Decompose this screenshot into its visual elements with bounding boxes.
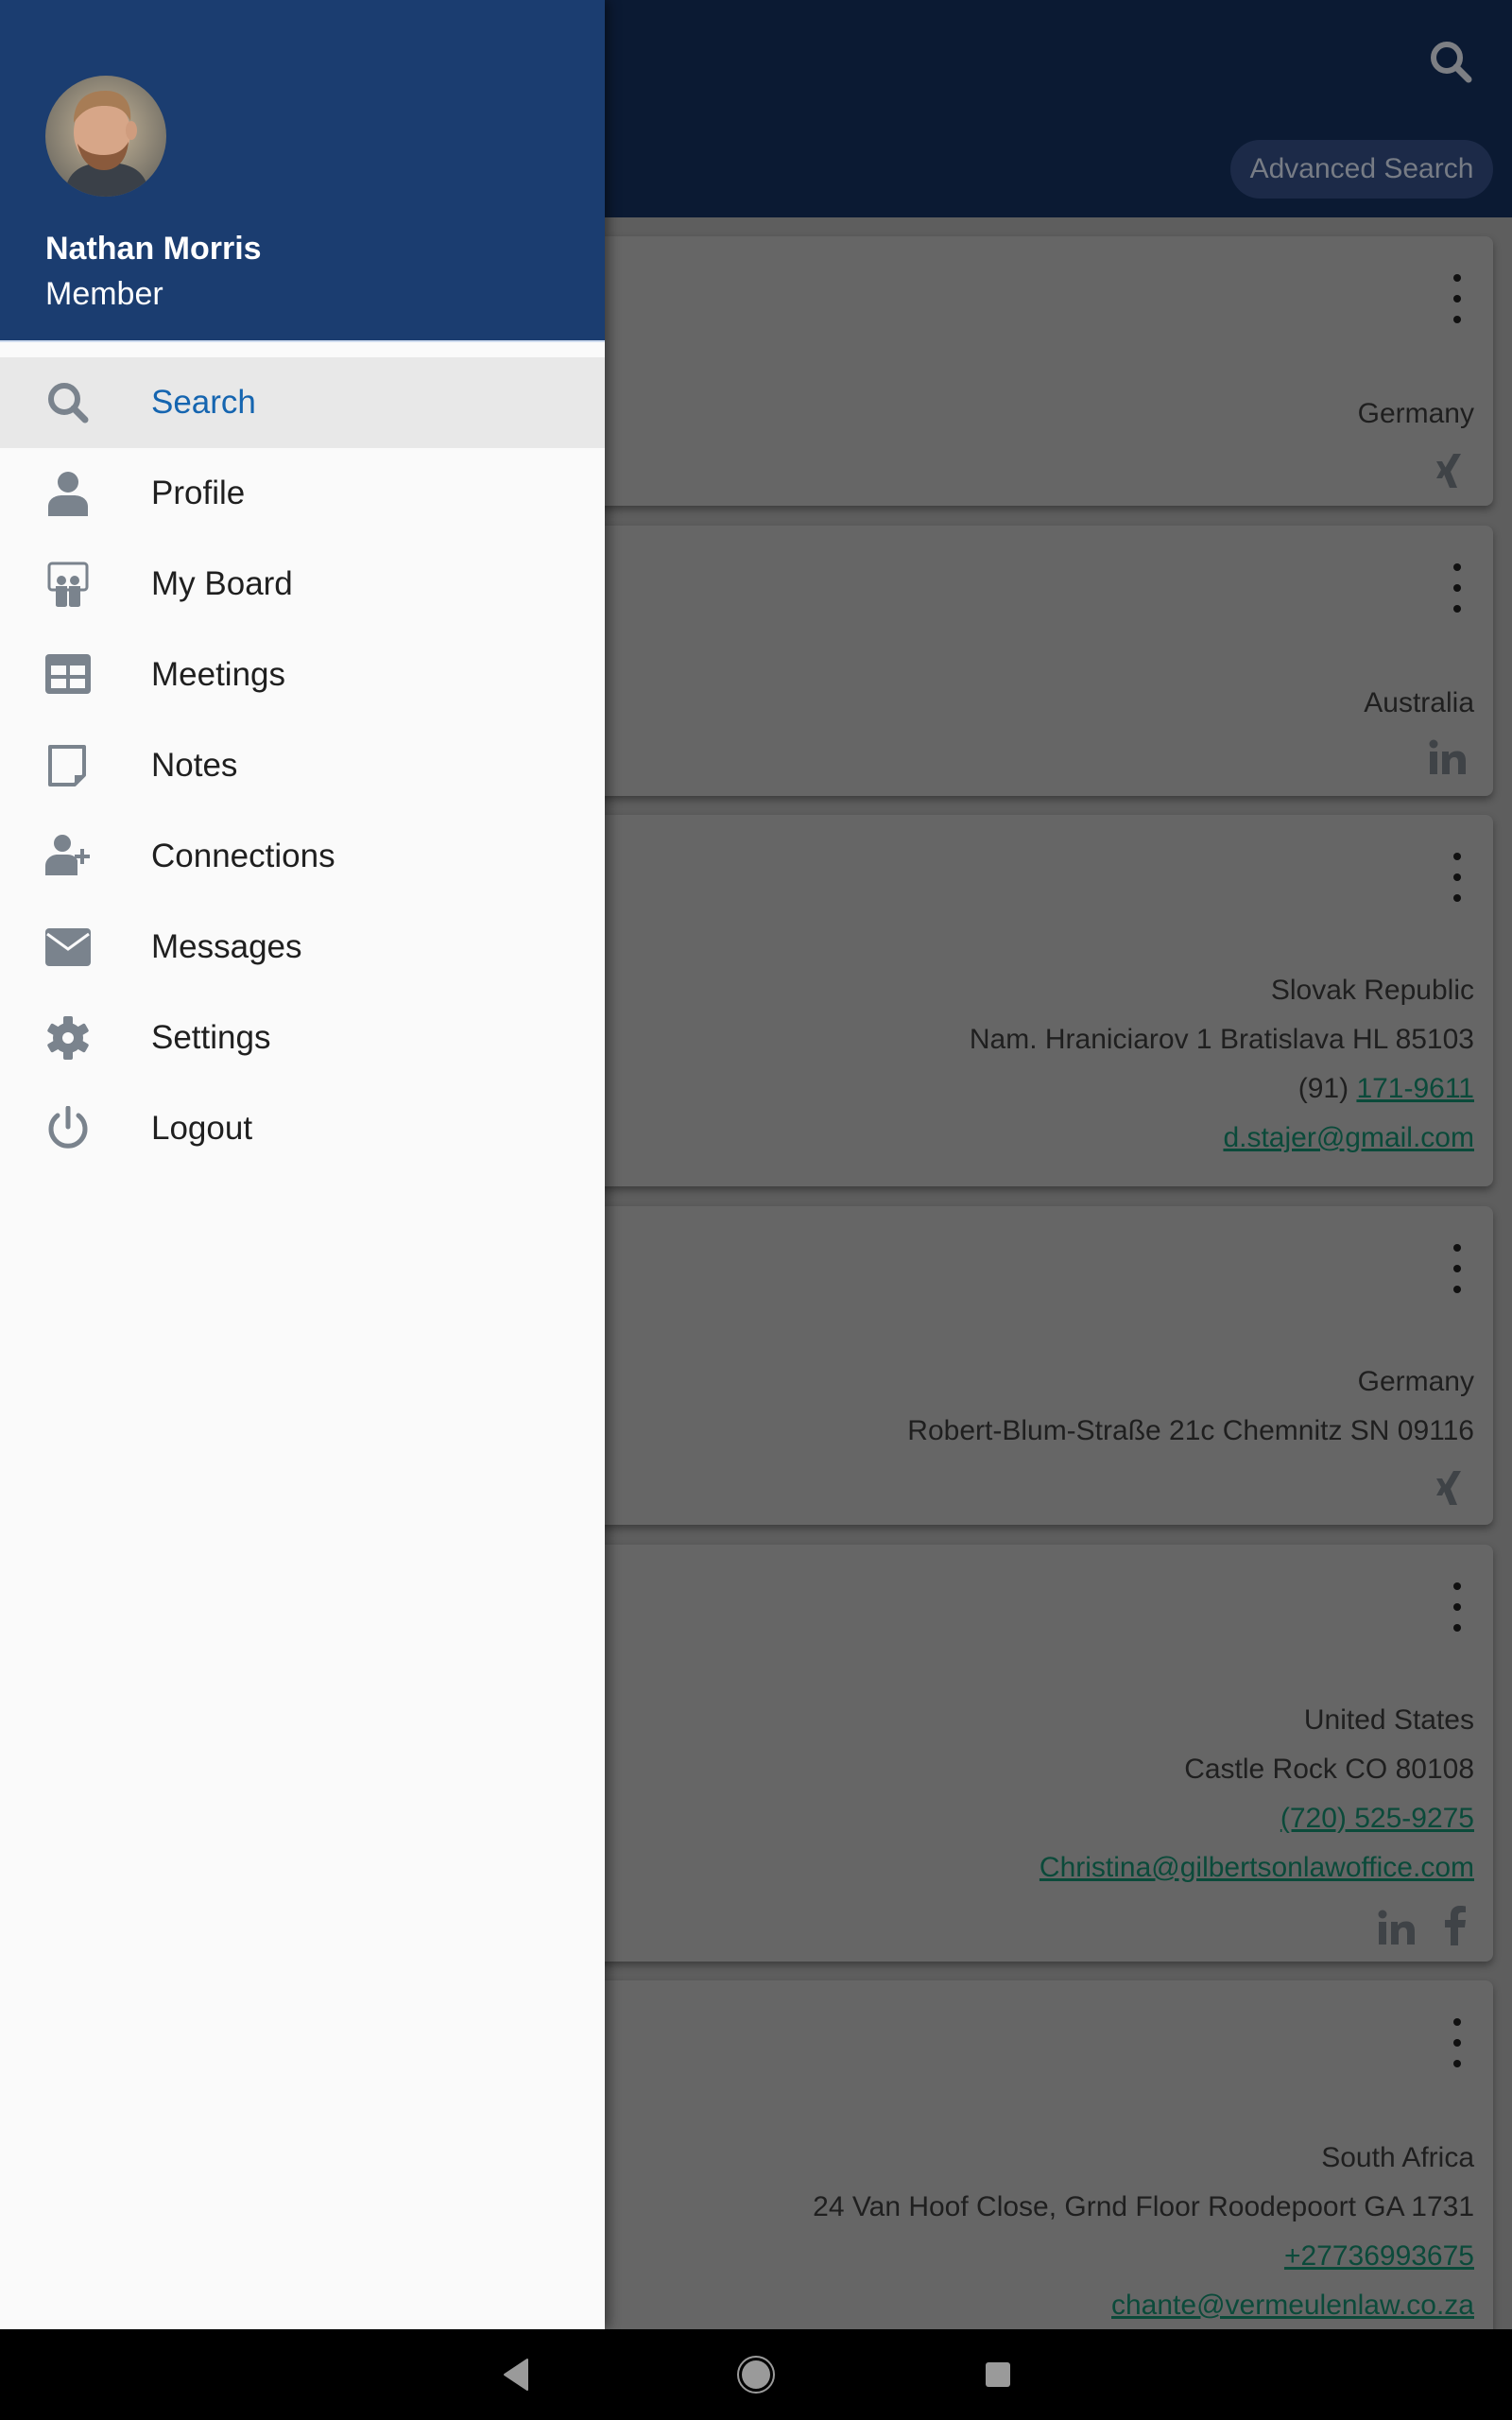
email-link[interactable]: d.stajer@gmail.com [970,1114,1474,1163]
search-icon [43,380,93,425]
drawer-item-label: Logout [151,1110,253,1147]
gear-icon [43,1015,93,1061]
email-link[interactable]: chante@vermeulenlaw.co.za [813,2281,1474,2329]
system-nav-bar [0,2329,1512,2420]
drawer-menu: Search Profile My Board Meetings Notes C… [0,357,605,1174]
email-link[interactable]: Christina@gilbertsonlawoffice.com [1040,1843,1474,1893]
facebook-icon[interactable] [1444,1906,1467,1945]
back-icon[interactable] [495,2352,541,2397]
note-icon [43,743,93,788]
result-card[interactable]: South Africa 24 Van Hoof Close, Grnd Flo… [529,1980,1493,2329]
drawer-item-label: Meetings [151,656,286,693]
card-address: Nam. Hraniciarov 1 Bratislava HL 85103 [969,1024,1474,1055]
card-country: South Africa [1321,2142,1474,2173]
drawer-item-logout[interactable]: Logout [0,1083,605,1174]
more-options-icon[interactable] [1446,274,1469,327]
card-country: Slovak Republic [1270,975,1474,1006]
result-card[interactable]: Germany Robert-Blum-Straße 21c Chemnitz … [529,1206,1493,1525]
power-icon [43,1105,93,1151]
avatar[interactable] [45,76,166,197]
linkedin-icon[interactable] [1378,1910,1416,1945]
card-country: Germany [1357,398,1474,429]
more-options-icon[interactable] [1446,853,1469,906]
drawer-header: Nathan Morris Member [0,0,605,340]
home-icon[interactable] [733,2352,779,2397]
result-card[interactable]: Australia [529,526,1493,796]
more-options-icon[interactable] [1446,2018,1469,2071]
card-address: Robert-Blum-Straße 21c Chemnitz SN 09116 [907,1415,1474,1446]
drawer-item-label: Settings [151,1019,271,1056]
card-phone: (91) 171-9611 [970,1064,1474,1114]
card-country: Germany [1357,1366,1474,1397]
drawer-item-my-board[interactable]: My Board [0,539,605,630]
divider [0,340,605,342]
more-options-icon[interactable] [1446,563,1469,616]
add-person-icon [43,834,93,879]
card-address: Castle Rock CO 80108 [1184,1754,1474,1785]
result-card[interactable]: United States Castle Rock CO 80108 (720)… [529,1545,1493,1962]
result-card[interactable]: Germany [529,236,1493,506]
result-card[interactable]: Slovak Republic Nam. Hraniciarov 1 Brati… [529,815,1493,1186]
navigation-drawer: Nathan Morris Member Search Profile My B… [0,0,605,2329]
search-icon[interactable] [1425,36,1478,89]
envelope-icon [43,925,93,970]
drawer-item-profile[interactable]: Profile [0,448,605,539]
card-country: Australia [1364,687,1474,718]
recents-icon[interactable] [975,2352,1021,2397]
drawer-item-search[interactable]: Search [0,357,605,448]
phone-link[interactable]: 171-9611 [1356,1073,1474,1104]
card-address: 24 Van Hoof Close, Grnd Floor Roodepoort… [813,2191,1474,2222]
phone-link[interactable]: +27736993675 [813,2232,1474,2281]
drawer-item-meetings[interactable]: Meetings [0,630,605,720]
board-icon [43,562,93,607]
card-country: United States [1303,1704,1474,1736]
advanced-search-button[interactable]: Advanced Search [1230,140,1493,199]
drawer-item-label: Search [151,384,256,421]
drawer-item-label: Profile [151,475,246,511]
drawer-item-messages[interactable]: Messages [0,902,605,993]
user-role: Member [45,276,163,312]
drawer-item-label: Connections [151,838,335,874]
more-options-icon[interactable] [1446,1244,1469,1297]
linkedin-icon[interactable] [1429,739,1467,775]
more-options-icon[interactable] [1446,1582,1469,1635]
xing-icon[interactable] [1433,452,1467,490]
person-icon [43,471,93,516]
xing-icon[interactable] [1433,1469,1467,1507]
drawer-item-label: Messages [151,928,302,965]
drawer-item-label: My Board [151,565,293,602]
table-grid-icon [43,652,93,698]
drawer-item-notes[interactable]: Notes [0,720,605,811]
drawer-item-label: Notes [151,747,238,784]
drawer-item-settings[interactable]: Settings [0,993,605,1083]
user-name: Nathan Morris [45,231,262,267]
phone-link[interactable]: (720) 525-9275 [1040,1794,1474,1843]
phone-prefix: (91) [1297,1073,1357,1104]
drawer-item-connections[interactable]: Connections [0,811,605,902]
